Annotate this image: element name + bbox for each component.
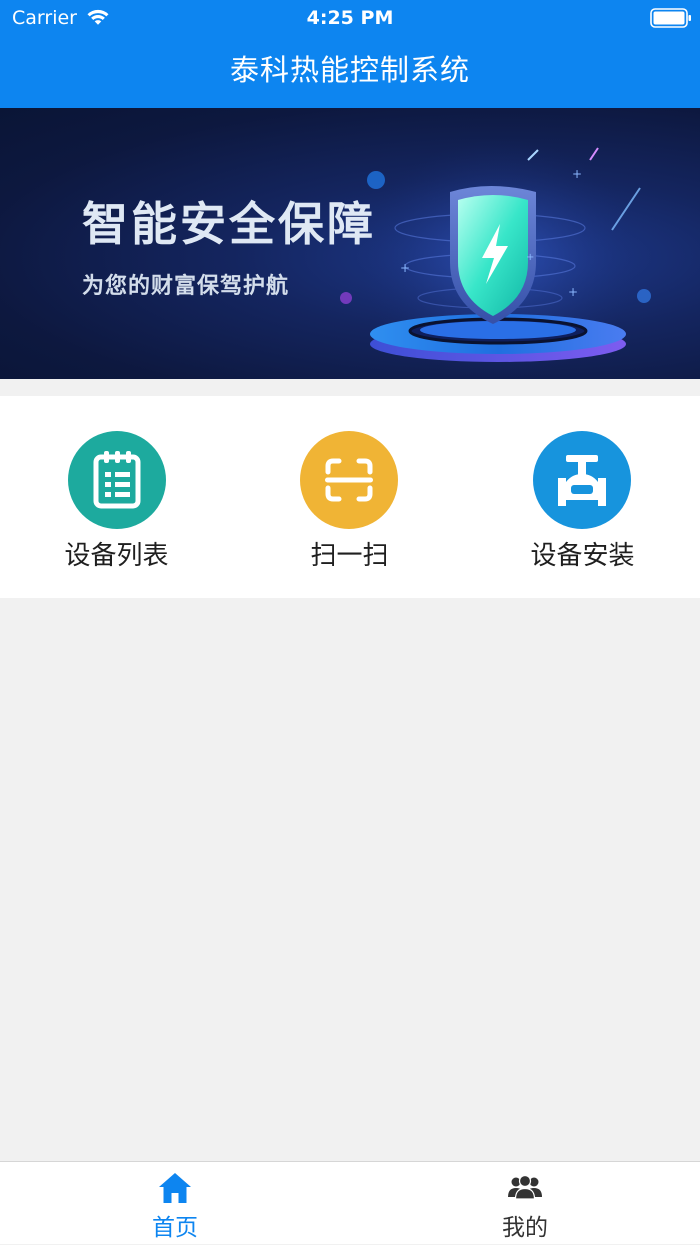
svg-text:+: +: [572, 167, 582, 181]
tab-home-label: 首页: [152, 1215, 198, 1241]
valve-icon: [533, 431, 631, 529]
tab-mine-label: 我的: [502, 1215, 548, 1241]
scan-button[interactable]: 扫一扫: [233, 396, 466, 598]
banner-subline: 为您的财富保驾护航: [82, 274, 290, 299]
page-title: 泰科热能控制系统: [229, 53, 470, 87]
users-icon: [508, 1174, 542, 1200]
svg-text:+: +: [568, 285, 578, 299]
promo-banner[interactable]: 智能安全保障 为您的财富保驾护航 + + + +: [0, 108, 700, 379]
scan-label: 扫一扫: [310, 541, 389, 571]
top-bar: Carrier 4:25 PM 泰科热能控制系统: [0, 0, 700, 108]
scan-icon: [300, 431, 398, 529]
home-icon: [159, 1173, 191, 1203]
tab-bar: 首页 我的: [0, 1161, 700, 1244]
scan-icon-circle: [299, 430, 399, 530]
device-install-button[interactable]: 设备安装: [466, 396, 699, 598]
device-install-icon-circle: [532, 430, 632, 530]
security-shield-illustration: + + + +: [340, 138, 651, 378]
tab-home[interactable]: 首页: [0, 1162, 350, 1245]
svg-text:+: +: [400, 261, 410, 275]
tab-mine[interactable]: 我的: [350, 1162, 700, 1245]
quick-actions-panel: 设备列表 扫一扫 设备安装: [0, 396, 700, 598]
svg-text:+: +: [526, 252, 534, 263]
device-list-button[interactable]: 设备列表: [0, 396, 233, 598]
battery-icon: [650, 8, 691, 28]
device-list-label: 设备列表: [64, 541, 169, 571]
device-list-icon-circle: [67, 430, 167, 530]
status-bar: Carrier 4:25 PM: [0, 0, 700, 36]
clock-time: 4:25 PM: [306, 7, 394, 29]
device-install-label: 设备安装: [530, 541, 635, 571]
banner-headline: 智能安全保障: [82, 197, 376, 251]
clipboard-list-icon: [68, 431, 166, 529]
